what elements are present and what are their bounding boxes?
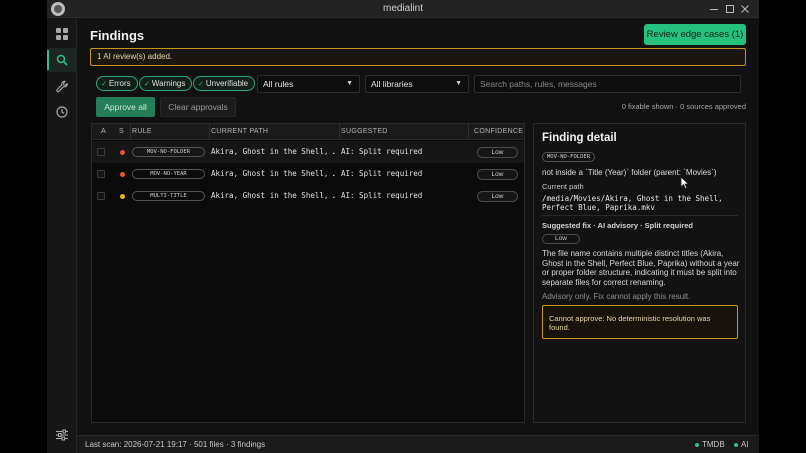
current-path-label: Current path [542,182,584,191]
column-header-path[interactable]: CURRENT PATH [211,124,268,140]
status-bar: Last scan: 2026-07-21 19:17 · 501 files … [77,435,759,453]
path-cell: Akira, Ghost in the Shell, … [211,191,335,200]
title-bar: medialint [47,0,759,18]
column-separator[interactable] [209,124,210,140]
rule-badge: MOV-NO-YEAR [132,169,205,179]
page-title: Findings [90,28,145,43]
review-edge-cases-button[interactable]: Review edge cases (1) [644,24,746,45]
column-separator[interactable] [130,124,131,140]
confidence-badge: Low [477,191,518,202]
suggested-cell: AI: Split required [341,191,423,200]
main-content: Findings Review edge cases (1) 1 AI revi… [77,19,759,435]
current-path-value: /media/Movies/Akira, Ghost in the Shell,… [542,194,723,212]
rule-badge: MULTI-TITLE [132,191,205,201]
sidebar-item-dashboard[interactable] [47,22,77,46]
table-row[interactable]: MOV-NO-YEAR Akira, Ghost in the Shell, …… [92,163,524,185]
suggested-fix-label: Suggested fix · AI advisory · Split requ… [542,221,693,230]
column-header-a[interactable]: A [101,124,106,140]
check-icon: ✓ [101,80,107,88]
column-separator[interactable] [339,124,340,140]
app-window: medialint Findings Review edge cases (1)… [47,0,759,453]
sidebar-item-tools[interactable] [47,74,77,98]
suggested-cell: AI: Split required [341,147,423,156]
rules-select[interactable]: All rules ▼ [257,75,360,93]
search-icon [56,54,68,66]
path-cell: Akira, Ghost in the Shell, … [211,169,335,178]
detail-confidence-badge: Low [542,234,580,244]
info-banner: 1 AI review(s) added. [90,48,746,66]
caret-down-icon: ▼ [346,80,353,87]
detail-rule-badge: MOV-NO-FOLDER [542,152,596,162]
approve-all-button[interactable]: Approve all [96,97,155,117]
detail-message: not inside a `Title (Year)` folder (pare… [542,168,717,177]
sidebar-item-findings[interactable] [47,48,77,72]
column-header-s[interactable]: S [119,124,124,140]
window-title: medialint [382,3,424,14]
finding-detail-panel: Finding detail MOV-NO-FOLDER not inside … [533,123,746,423]
ai-status: AI [734,440,749,449]
check-icon: ✓ [144,80,150,88]
filter-chip-unverifiable[interactable]: ✓ Unverifiable [193,76,256,91]
caret-down-icon: ▼ [455,80,462,87]
sliders-icon [56,429,68,441]
mouse-cursor-icon [680,176,690,190]
approval-counts: 0 fixable shown · 0 sources approved [621,102,746,111]
divider [542,215,738,216]
rule-badge: MOV-NO-FOLDER [132,147,205,157]
detail-title: Finding detail [542,132,617,144]
check-icon: ✓ [198,80,204,88]
column-separator[interactable] [468,124,469,140]
maximize-icon[interactable] [723,2,737,16]
column-header-suggested[interactable]: SUGGESTED [341,124,388,140]
libraries-select[interactable]: All libraries ▼ [365,75,469,93]
filter-chip-warnings[interactable]: ✓ Warnings [139,76,193,91]
confidence-badge: Low [477,147,518,158]
severity-error-dot [120,172,125,177]
filter-chip-errors[interactable]: ✓ Errors [96,76,138,91]
advisory-note: Advisory only. Fix cannot apply this res… [542,292,691,301]
wrench-icon [55,80,68,92]
close-icon[interactable] [738,2,752,16]
status-dot-icon [695,442,699,447]
clock-icon [56,106,68,118]
sidebar-item-settings[interactable] [47,423,77,447]
severity-warning-dot [120,194,125,199]
table-row[interactable]: MOV-NO-FOLDER Akira, Ghost in the Shell,… [92,141,524,163]
search-input[interactable]: Search paths, rules, messages [474,75,741,93]
findings-table: A S RULE CURRENT PATH SUGGESTED CONFIDEN… [91,123,525,423]
column-header-rule[interactable]: RULE [132,124,152,140]
sidebar-item-history[interactable] [47,100,77,124]
minimize-icon[interactable] [707,2,721,16]
column-header-confidence[interactable]: CONFIDENCE [474,124,523,140]
table-row[interactable]: MULTI-TITLE Akira, Ghost in the Shell, …… [92,185,524,207]
grid-icon [56,28,68,40]
sidebar [47,19,77,453]
tmdb-status: TMDB [695,440,725,449]
confidence-badge: Low [477,169,518,180]
clear-approvals-button[interactable]: Clear approvals [160,97,236,117]
approve-checkbox[interactable] [97,148,105,156]
scan-status: Last scan: 2026-07-21 19:17 · 501 files … [85,440,266,449]
table-header: A S RULE CURRENT PATH SUGGESTED CONFIDEN… [92,124,524,140]
severity-error-dot [120,150,125,155]
suggested-cell: AI: Split required [341,169,423,178]
status-dot-icon [734,442,738,447]
detail-description: The file name contains multiple distinct… [542,249,740,287]
path-cell: Akira, Ghost in the Shell, … [211,147,335,156]
cannot-approve-warning: Cannot approve: No deterministic resolut… [542,305,738,339]
approve-checkbox[interactable] [97,170,105,178]
approve-checkbox[interactable] [97,192,105,200]
